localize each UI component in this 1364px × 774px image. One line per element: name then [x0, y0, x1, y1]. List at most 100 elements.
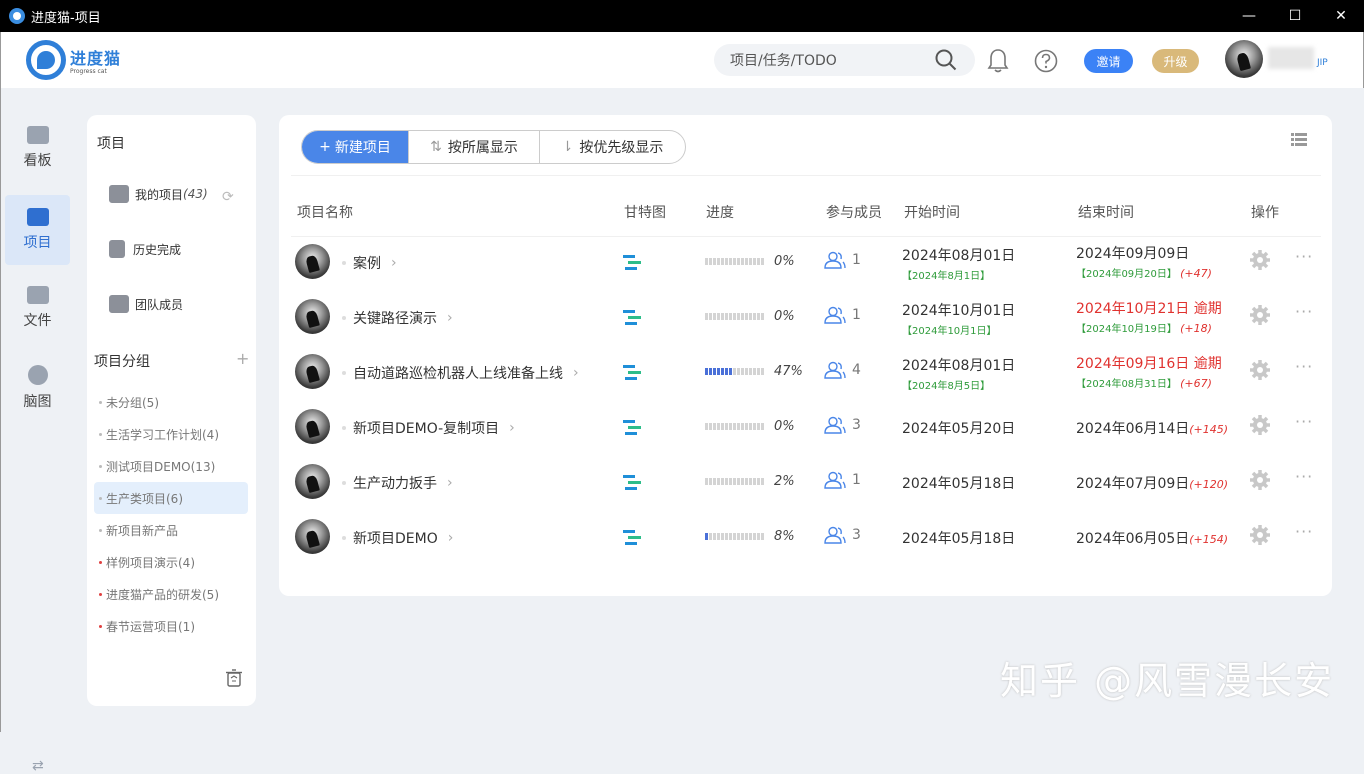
- project-name[interactable]: 自动道路巡检机器人上线准备上线 ›: [342, 363, 579, 383]
- logo-subtitle: Progress cat: [70, 68, 107, 75]
- progress-text: 47%: [774, 364, 803, 379]
- sort-by-owner-button[interactable]: ⇅ 按所属显示: [409, 131, 540, 163]
- nav-label: 看板: [23, 153, 52, 169]
- gear-icon[interactable]: [1249, 414, 1271, 436]
- project-name-text: 关键路径演示: [353, 311, 437, 327]
- user-avatar[interactable]: [1225, 40, 1263, 78]
- swap-icon[interactable]: ⇄: [32, 758, 44, 774]
- add-group-icon[interactable]: +: [236, 349, 249, 368]
- search-icon[interactable]: [935, 49, 957, 71]
- members-count: 3: [852, 417, 861, 433]
- group-item[interactable]: 未分组(5): [94, 386, 248, 418]
- new-project-button[interactable]: + 新建项目: [302, 131, 409, 163]
- nav-files[interactable]: 文件: [5, 273, 70, 343]
- more-icon[interactable]: ···: [1295, 357, 1313, 376]
- gear-icon[interactable]: [1249, 249, 1271, 271]
- team-item[interactable]: 团队成员: [109, 295, 183, 313]
- minimize-button[interactable]: —: [1226, 0, 1272, 32]
- upgrade-button[interactable]: 升级: [1152, 49, 1199, 73]
- refresh-icon[interactable]: ⟳: [222, 189, 234, 205]
- gantt-icon[interactable]: [623, 255, 641, 271]
- members[interactable]: 3: [824, 416, 861, 434]
- sort-by-priority-button[interactable]: ⇂ 按优先级显示: [540, 131, 685, 163]
- group-item[interactable]: 测试项目DEMO(13): [94, 450, 248, 482]
- start-date: 2024年05月18日: [902, 528, 1015, 548]
- project-avatar: [295, 299, 330, 334]
- gantt-icon[interactable]: [623, 420, 641, 436]
- help-icon[interactable]: [1034, 49, 1058, 73]
- end-date-text: 2024年09月16日 逾期: [1076, 356, 1222, 372]
- more-icon[interactable]: ···: [1295, 467, 1313, 486]
- search-input[interactable]: 项目/任务/TODO: [714, 44, 975, 76]
- project-name[interactable]: 案例 ›: [342, 253, 397, 273]
- start-date: 2024年05月20日: [902, 418, 1015, 438]
- members[interactable]: 1: [824, 471, 861, 489]
- plus-icon: +: [319, 139, 331, 155]
- gantt-icon[interactable]: [623, 310, 641, 326]
- start-date: 2024年08月01日 【2024年8月1日】: [902, 245, 1015, 282]
- logo-icon: [26, 40, 66, 80]
- nav-projects[interactable]: 项目: [5, 195, 70, 265]
- progress-bar: [705, 533, 764, 540]
- group-dot: [99, 496, 102, 500]
- members[interactable]: 3: [824, 526, 861, 544]
- gear-icon[interactable]: [1249, 359, 1271, 381]
- progress-text: 0%: [774, 309, 795, 324]
- my-projects-count: (43): [183, 187, 208, 201]
- gear-icon[interactable]: [1249, 524, 1271, 546]
- gear-icon[interactable]: [1249, 304, 1271, 326]
- members[interactable]: 1: [824, 251, 861, 269]
- gantt-icon[interactable]: [623, 365, 641, 381]
- nav-label: 文件: [23, 313, 52, 329]
- project-name[interactable]: 生产动力扳手 ›: [342, 473, 453, 493]
- more-icon[interactable]: ···: [1295, 522, 1313, 541]
- table-row[interactable]: 案例 › 0% 1 2024年08月01日 【2024年8月1日】 2024年09月09日【…: [279, 235, 1332, 290]
- gear-icon[interactable]: [1249, 469, 1271, 491]
- end-date: 2024年07月09日(+120): [1076, 473, 1228, 493]
- members[interactable]: 4: [824, 361, 861, 379]
- project-name[interactable]: 新项目DEMO-复制项目 ›: [342, 418, 515, 438]
- list-view-icon[interactable]: [1291, 133, 1307, 146]
- more-icon[interactable]: ···: [1295, 302, 1313, 321]
- more-icon[interactable]: ···: [1295, 412, 1313, 431]
- project-name[interactable]: 关键路径演示 ›: [342, 308, 453, 328]
- end-date-offset: (+47): [1180, 267, 1212, 280]
- project-name[interactable]: 新项目DEMO ›: [342, 528, 453, 548]
- group-item[interactable]: 春节运营项目(1): [94, 610, 248, 642]
- logo[interactable]: 进度猫 Progress cat: [26, 40, 121, 80]
- sort-priority-label: 按优先级显示: [579, 140, 664, 156]
- history-item[interactable]: 历史完成: [109, 240, 181, 258]
- progress-bar: [705, 258, 764, 265]
- group-item[interactable]: 样例项目演示(4): [94, 546, 248, 578]
- my-projects-item[interactable]: 我的项目 (43): [109, 185, 208, 203]
- bell-icon[interactable]: [987, 48, 1009, 74]
- table-row[interactable]: 新项目DEMO-复制项目 › 0% 3 2024年05月20日 2024年06月14日(+…: [279, 400, 1332, 455]
- table-row[interactable]: 自动道路巡检机器人上线准备上线 › 47% 4 2024年08月01日 【2024年8月5…: [279, 345, 1332, 400]
- members-icon: [824, 306, 846, 324]
- start-date-text: 2024年05月18日: [902, 476, 1016, 492]
- invite-button[interactable]: 邀请: [1084, 49, 1133, 73]
- maximize-button[interactable]: ☐: [1272, 0, 1318, 32]
- nav-mindmap[interactable]: 脑图: [5, 353, 70, 423]
- group-item[interactable]: 新项目新产品: [94, 514, 248, 546]
- group-item[interactable]: 生产类项目(6): [94, 482, 248, 514]
- trash-icon[interactable]: [226, 669, 242, 687]
- gantt-icon[interactable]: [623, 475, 641, 491]
- start-date-sub: 【2024年8月1日】: [902, 271, 991, 282]
- more-icon[interactable]: ···: [1295, 247, 1313, 266]
- members[interactable]: 1: [824, 306, 861, 324]
- group-label: 生产类项目(6): [106, 491, 183, 506]
- group-dot: [99, 528, 102, 532]
- nav-kanban[interactable]: 看板: [5, 113, 70, 183]
- table-row[interactable]: 关键路径演示 › 0% 1 2024年10月01日 【2024年10月1日】 2024年10…: [279, 290, 1332, 345]
- end-date-offset: (+18): [1180, 322, 1212, 335]
- group-item[interactable]: 进度猫产品的研发(5): [94, 578, 248, 610]
- progress-bar: [705, 368, 764, 375]
- chart-icon: [26, 126, 49, 144]
- close-button[interactable]: ✕: [1318, 0, 1364, 32]
- project-avatar: [295, 354, 330, 389]
- gantt-icon[interactable]: [623, 530, 641, 546]
- group-item[interactable]: 生活学习工作计划(4): [94, 418, 248, 450]
- table-row[interactable]: 生产动力扳手 › 2% 1 2024年05月18日 2024年07月09日(+120) ··…: [279, 455, 1332, 510]
- table-row[interactable]: 新项目DEMO › 8% 3 2024年05月18日 2024年06月05日(+154) ·…: [279, 510, 1332, 565]
